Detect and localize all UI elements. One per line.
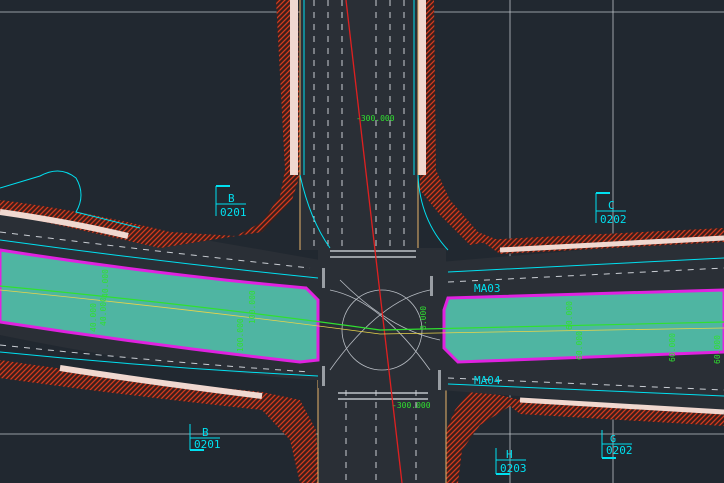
dimension-north: -300.000 xyxy=(356,114,395,123)
svg-text:0201: 0201 xyxy=(220,206,247,219)
svg-text:0.000: 0.000 xyxy=(419,306,428,330)
svg-text:60.000: 60.000 xyxy=(668,333,677,362)
section-marker-2: C 0202 xyxy=(595,192,627,226)
north-road xyxy=(236,0,498,250)
svg-text:H: H xyxy=(506,448,513,461)
section-marker-1: B 0201 xyxy=(215,185,247,219)
dimension-south: -300.000 xyxy=(392,401,431,410)
svg-text:0203: 0203 xyxy=(500,462,527,475)
svg-text:60.000: 60.000 xyxy=(565,301,574,330)
section-marker-3: B 0201 xyxy=(189,424,221,451)
section-marker-4: H 0203 xyxy=(495,448,527,475)
svg-text:0202: 0202 xyxy=(600,213,627,226)
svg-text:C: C xyxy=(608,199,615,212)
road-label-ma04: MA04 xyxy=(474,374,501,387)
svg-text:60.000: 60.000 xyxy=(713,335,722,364)
right-median xyxy=(442,288,724,364)
svg-text:60.000: 60.000 xyxy=(575,331,584,360)
svg-text:40.000: 40.000 xyxy=(101,269,110,298)
south-road xyxy=(262,380,520,483)
svg-text:0201: 0201 xyxy=(194,438,221,451)
road-label-ma03: MA03 xyxy=(474,282,501,295)
cad-drawing-viewport[interactable]: B 0201 C 0202 B 0201 H 0203 G 0202 MA03 … xyxy=(0,0,724,483)
svg-text:B: B xyxy=(228,192,235,205)
svg-text:100.000: 100.000 xyxy=(236,318,245,352)
svg-text:40.000: 40.000 xyxy=(89,303,98,332)
svg-text:0202: 0202 xyxy=(606,444,633,457)
svg-text:100.000: 100.000 xyxy=(248,290,257,324)
svg-text:40.000: 40.000 xyxy=(99,297,108,326)
